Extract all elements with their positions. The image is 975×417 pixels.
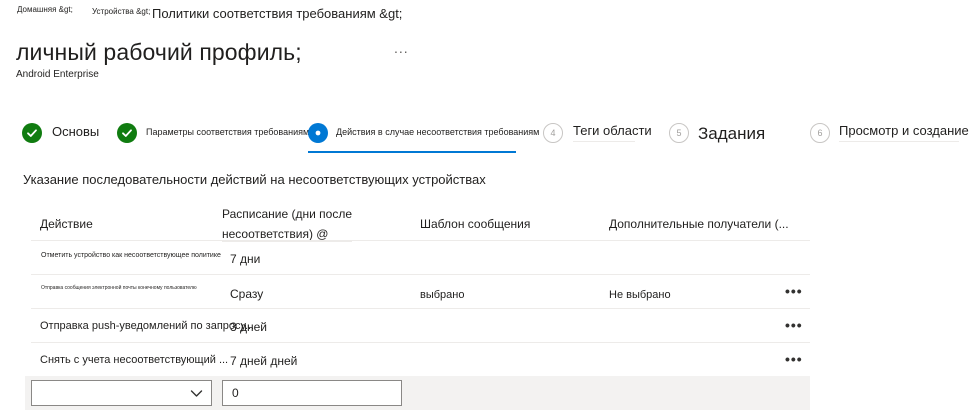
column-header-template: Шаблон сообщения <box>420 217 531 231</box>
row-more-button[interactable]: ••• <box>785 351 803 367</box>
column-header-recipients: Дополнительные получатели (... <box>609 217 789 231</box>
row-more-button[interactable]: ••• <box>785 317 803 333</box>
row-action: Отправка push-уведомлений по запросу... <box>40 320 255 332</box>
chevron-down-icon <box>190 387 203 405</box>
column-header-schedule-line2: несоответствия) @ <box>222 227 329 241</box>
breadcrumb-devices[interactable]: Устройства &gt; <box>92 7 150 16</box>
step-basics[interactable]: Основы <box>52 124 99 139</box>
row-recipients[interactable]: Не выбрано <box>609 289 671 301</box>
row-action: Снять с учета несоответствующий ... <box>40 354 229 366</box>
step-number-icon: 5 <box>669 123 689 143</box>
breadcrumb-policies[interactable]: Политики соответствия требованиям &gt; <box>152 6 402 21</box>
step-noncompliance-actions[interactable]: Действия в случае несоответствия требова… <box>336 127 539 137</box>
row-schedule: 7 дни <box>230 252 261 266</box>
step-review-create[interactable]: Просмотр и создание <box>839 123 969 138</box>
column-header-action: Действие <box>40 217 93 231</box>
active-step-underline <box>308 151 516 153</box>
row-schedule: 3 дней <box>230 320 268 334</box>
row-action: Отправка сообщения электронной почты кон… <box>41 285 197 291</box>
row-more-button[interactable]: ••• <box>785 283 803 299</box>
row-schedule: Сразу <box>230 287 264 301</box>
checkmark-icon <box>22 123 42 143</box>
row-action: Отметить устройство как несоответствующе… <box>41 252 221 259</box>
step-compliance-settings[interactable]: Параметры соответствия требованиям <box>146 127 309 137</box>
page-subtitle: Android Enterprise <box>16 69 99 80</box>
column-header-schedule-line1: Расписание (дни после <box>222 207 353 221</box>
step-scope-tags[interactable]: Теги области <box>573 123 652 138</box>
section-description: Указание последовательности действий на … <box>23 172 486 187</box>
step-assignments[interactable]: Задания <box>698 124 765 144</box>
step-number-icon: 4 <box>543 123 563 143</box>
step-current-icon <box>308 123 328 143</box>
row-template[interactable]: выбрано <box>420 289 464 301</box>
breadcrumb-home[interactable]: Домашняя &gt; <box>17 5 73 14</box>
page-title: личный рабочий профиль; <box>16 39 302 65</box>
title-more-button[interactable]: ... <box>394 40 409 56</box>
action-select[interactable] <box>31 380 212 406</box>
step-number-icon: 6 <box>810 123 830 143</box>
row-schedule: 7 дней дней <box>230 354 298 368</box>
checkmark-icon <box>117 123 137 143</box>
schedule-days-input[interactable] <box>222 380 402 406</box>
